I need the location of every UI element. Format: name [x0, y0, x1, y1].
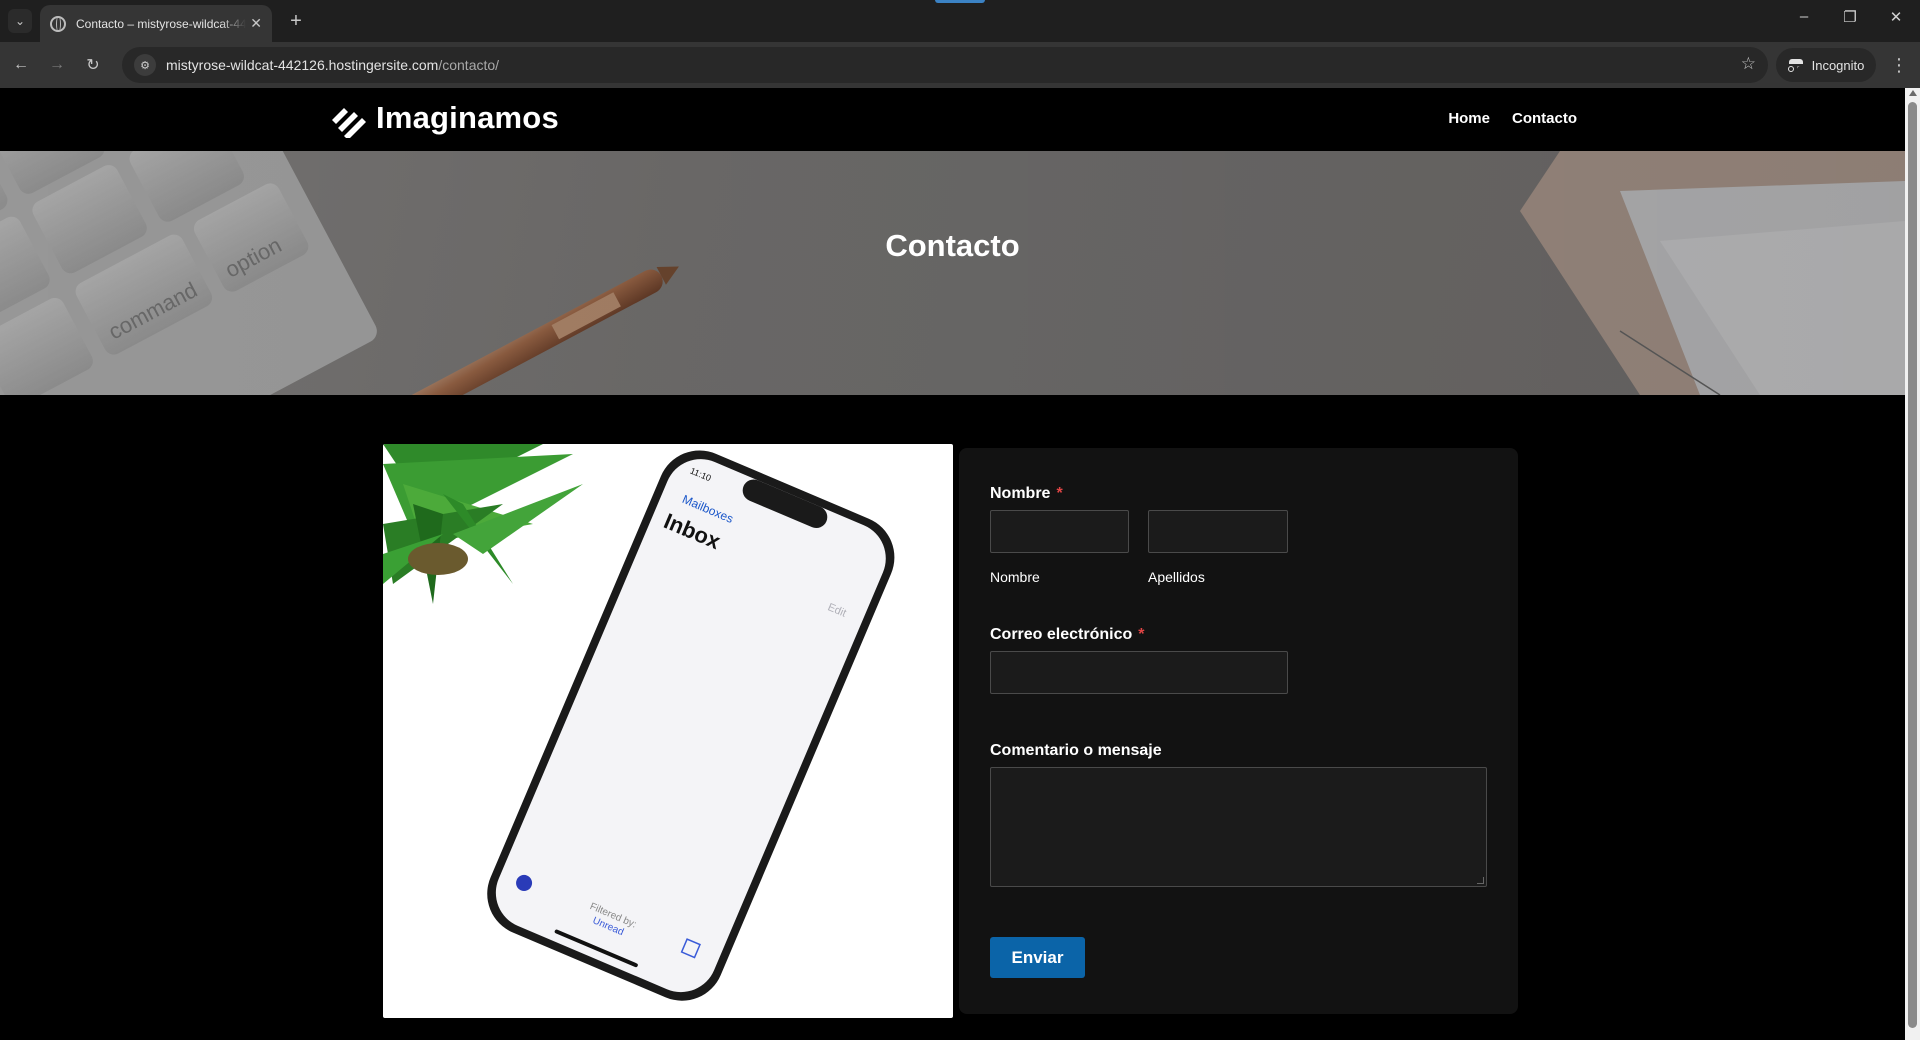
address-bar[interactable]: ⚙ mistyrose-wildcat-442126.hostingersite… [122, 47, 1768, 83]
incognito-badge[interactable]: Incognito [1776, 48, 1876, 82]
close-window-icon[interactable]: ✕ [1876, 8, 1916, 26]
resize-grip-icon[interactable] [1477, 877, 1484, 884]
url-text[interactable]: mistyrose-wildcat-442126.hostingersite.c… [166, 57, 499, 73]
plant-leaves [383, 444, 583, 604]
minimize-icon[interactable]: – [1784, 8, 1824, 25]
globe-icon [50, 15, 66, 32]
tab-title: Contacto – mistyrose-wildcat-442126.host… [76, 16, 246, 31]
required-mark: * [1138, 626, 1145, 643]
phone-photo: 11:10 Mailboxes Inbox Edit Filtered by: … [383, 444, 953, 1018]
incognito-icon [1787, 59, 1804, 72]
contact-form: Nombre * Nombre Apellidos Correo electrón… [959, 448, 1518, 1014]
nav-home[interactable]: Home [1448, 110, 1490, 127]
hero-banner: command option Contacto [0, 151, 1905, 395]
last-name-input[interactable] [1148, 510, 1288, 553]
site-header: Imaginamos Home Contacto [0, 88, 1905, 151]
nav-contacto[interactable]: Contacto [1512, 110, 1577, 127]
back-icon[interactable]: ← [10, 54, 32, 76]
close-tab-icon[interactable]: ✕ [250, 15, 262, 32]
tab-search-icon[interactable]: ⌄ [8, 9, 32, 33]
window-accent [935, 0, 985, 3]
browser-toolbar: ← → ↻ ⚙ mistyrose-wildcat-442126.hosting… [0, 42, 1920, 88]
browser-tab-active[interactable]: Contacto – mistyrose-wildcat-442126.host… [40, 5, 272, 42]
bookmark-star-icon[interactable]: ☆ [1741, 54, 1756, 74]
message-label: Comentario o mensaje [990, 742, 1162, 759]
first-name-input[interactable] [990, 510, 1129, 553]
page-title: Contacto [885, 228, 1020, 263]
main-nav: Home Contacto [1448, 110, 1577, 127]
scroll-thumb[interactable] [1908, 102, 1917, 1028]
reload-icon[interactable]: ↻ [82, 54, 104, 76]
logo-text: Imaginamos [376, 100, 559, 135]
new-tab-icon[interactable]: + [284, 9, 308, 33]
browser-menu-icon[interactable]: ⋮ [1888, 54, 1910, 76]
required-mark: * [1056, 485, 1063, 502]
logo-icon [332, 108, 366, 138]
name-label: Nombre * [990, 485, 1063, 502]
email-field[interactable] [990, 651, 1288, 694]
scroll-up-icon[interactable] [1909, 90, 1917, 96]
restore-icon[interactable]: ❐ [1830, 8, 1870, 26]
browser-tab-strip: ⌄ Contacto – mistyrose-wildcat-442126.ho… [0, 0, 1920, 42]
page-scrollbar[interactable] [1905, 88, 1920, 1040]
message-textarea[interactable] [990, 767, 1487, 887]
site-logo[interactable]: Imaginamos [328, 98, 559, 138]
last-name-caption: Apellidos [1148, 569, 1205, 585]
email-label: Correo electrónico * [990, 626, 1145, 643]
page-viewport: Imaginamos Home Contacto Contacto 11:10 … [0, 88, 1920, 1040]
site-info-icon[interactable]: ⚙ [134, 54, 156, 76]
forward-icon[interactable]: → [46, 54, 68, 76]
first-name-caption: Nombre [990, 569, 1040, 585]
hero-background-image: command option [0, 151, 1905, 395]
submit-button[interactable]: Enviar [990, 937, 1085, 978]
incognito-label: Incognito [1811, 57, 1865, 73]
